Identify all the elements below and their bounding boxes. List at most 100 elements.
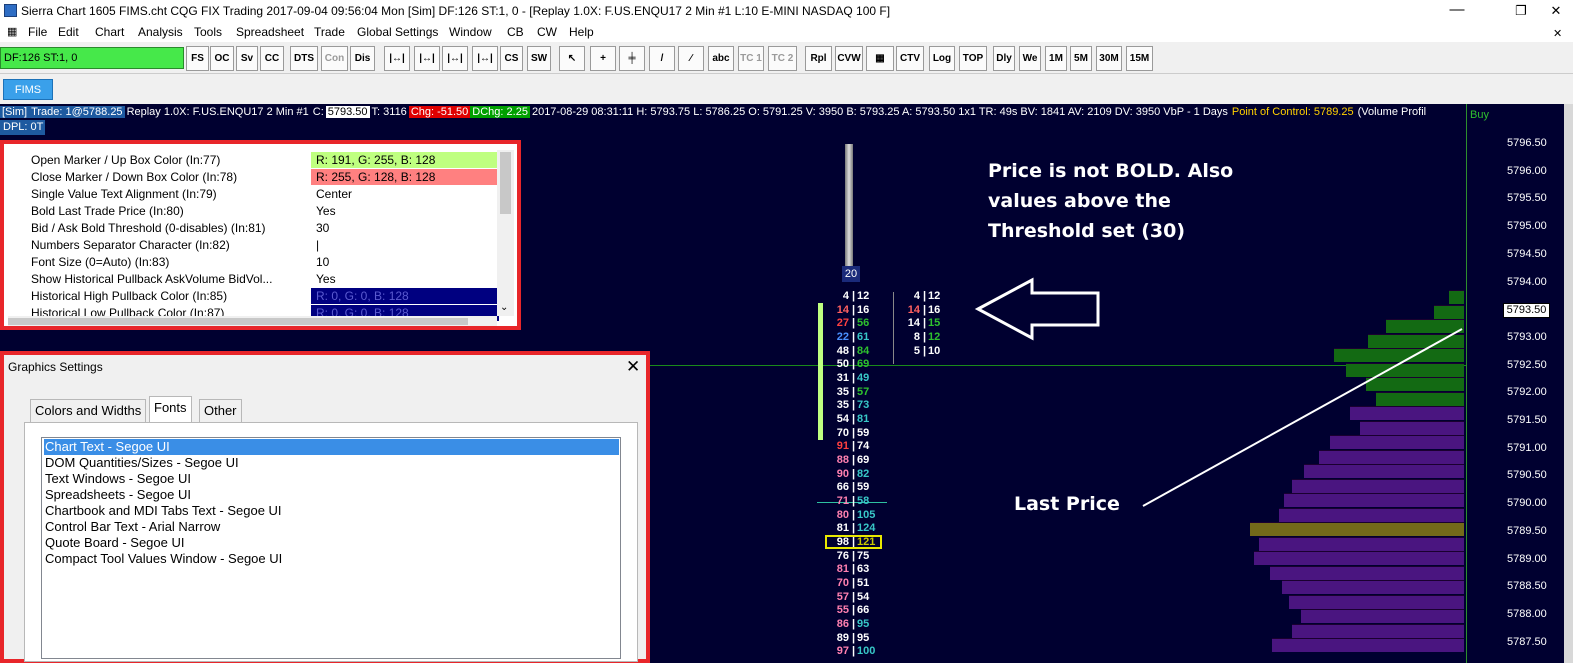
setting-row[interactable]: Single Value Text Alignment (In:79) Cente… bbox=[31, 186, 501, 203]
toolbar-button[interactable]: Con bbox=[321, 46, 348, 71]
toolbar-button[interactable]: |↔| bbox=[414, 46, 440, 71]
font-list-item[interactable]: Chart Text - Segoe UI bbox=[44, 439, 619, 455]
setting-value[interactable]: Yes bbox=[311, 271, 499, 287]
toolbar-button[interactable]: ∕ bbox=[678, 46, 704, 71]
menu-trade[interactable]: Trade bbox=[314, 25, 345, 39]
font-list-item[interactable]: Compact Tool Values Window - Segoe UI bbox=[44, 551, 282, 567]
toolbar-button[interactable]: TOP bbox=[959, 46, 987, 71]
price-label: 5792.50 bbox=[1507, 358, 1547, 371]
toolbar-button[interactable]: + bbox=[590, 46, 616, 71]
menu-cw[interactable]: CW bbox=[537, 25, 557, 39]
setting-row[interactable]: Bold Last Trade Price (In:80) Yes bbox=[31, 203, 501, 220]
toolbar-button[interactable]: CTV bbox=[896, 46, 924, 71]
setting-row[interactable]: Bid / Ask Bold Threshold (0-disables) (I… bbox=[31, 220, 501, 237]
menu-window[interactable]: Window bbox=[449, 25, 492, 39]
font-list-item[interactable]: Quote Board - Segoe UI bbox=[44, 535, 184, 551]
setting-row[interactable]: Historical High Pullback Color (In:85) R:… bbox=[31, 288, 501, 305]
toolbar-button[interactable]: TC 1 bbox=[738, 46, 764, 71]
toolbar-button[interactable]: ↖ bbox=[559, 46, 585, 71]
menu-help[interactable]: Help bbox=[569, 25, 594, 39]
setting-label: Numbers Separator Character (In:82) bbox=[31, 238, 230, 252]
toolbar-button[interactable]: |↔| bbox=[442, 46, 468, 71]
toolbar-button[interactable]: Dly bbox=[993, 46, 1015, 71]
tab-fims[interactable]: FIMS bbox=[3, 79, 53, 100]
menu-cb[interactable]: CB bbox=[507, 25, 524, 39]
toolbar-button[interactable]: CC bbox=[260, 46, 284, 71]
toolbar-button[interactable]: |↔| bbox=[384, 46, 410, 71]
system-menu-icon[interactable]: ▦ bbox=[7, 25, 17, 38]
ask-volume-cell: 12 bbox=[928, 290, 941, 302]
font-list-item[interactable]: Spreadsheets - Segoe UI bbox=[44, 487, 191, 503]
toolbar-button[interactable]: DTS bbox=[290, 46, 318, 71]
setting-row[interactable]: Close Marker / Down Box Color (In:78) R: … bbox=[31, 169, 501, 186]
toolbar-button[interactable]: We bbox=[1019, 46, 1041, 71]
df-status-box[interactable]: DF:126 ST:1, 0 bbox=[0, 47, 184, 69]
toolbar-button[interactable]: ▦ bbox=[866, 46, 894, 71]
setting-value[interactable]: R: 255, G: 128, B: 128 bbox=[311, 169, 499, 185]
menu-spreadsheet[interactable]: Spreadsheet bbox=[236, 25, 304, 39]
menu-global-settings[interactable]: Global Settings bbox=[357, 25, 438, 39]
separator-cell: | bbox=[923, 330, 927, 343]
toolbar-button[interactable]: Dis bbox=[350, 46, 375, 71]
setting-value[interactable]: R: 0, G: 0, B: 128 bbox=[311, 288, 499, 304]
setting-row[interactable]: Open Marker / Up Box Color (In:77) R: 191… bbox=[31, 152, 501, 169]
setting-value[interactable]: Yes bbox=[311, 203, 499, 219]
font-list[interactable]: Chart Text - Segoe UI DOM Quantities/Size… bbox=[41, 437, 621, 659]
settings-scroll-thumb[interactable] bbox=[500, 152, 511, 214]
buy-label[interactable]: Buy bbox=[1470, 109, 1489, 121]
restore-button[interactable]: ❐ bbox=[1506, 3, 1536, 19]
menu-chart[interactable]: Chart bbox=[95, 25, 124, 39]
toolbar-button[interactable]: TC 2 bbox=[768, 46, 797, 71]
toolbar-button[interactable]: |↔| bbox=[472, 46, 498, 71]
font-list-item[interactable]: Chartbook and MDI Tabs Text - Segoe UI bbox=[44, 503, 282, 519]
price-scale[interactable]: Buy 5796.50 5796.00 5795.50 5795.00 5794.50 5… bbox=[1466, 104, 1573, 663]
toolbar-button[interactable]: Log bbox=[929, 46, 955, 71]
mdi-close-button[interactable]: ✕ bbox=[1553, 27, 1562, 40]
menu-edit[interactable]: Edit bbox=[58, 25, 79, 39]
separator-cell: | bbox=[852, 344, 856, 357]
ask-volume-cell: 63 bbox=[857, 563, 870, 576]
toolbar-button[interactable]: 15M bbox=[1126, 46, 1153, 71]
setting-value[interactable]: | bbox=[311, 237, 499, 253]
toolbar-button[interactable]: ╪ bbox=[619, 46, 645, 71]
price-label: 5788.50 bbox=[1507, 580, 1547, 593]
toolbar-button[interactable]: Rpl bbox=[805, 46, 832, 71]
tab-fonts[interactable]: Fonts bbox=[149, 396, 192, 423]
toolbar-button[interactable]: 30M bbox=[1096, 46, 1122, 71]
toolbar-button[interactable]: CVW bbox=[835, 46, 863, 71]
settings-h-scrollbar[interactable] bbox=[8, 316, 497, 326]
close-button[interactable]: ✕ bbox=[1541, 3, 1571, 19]
menu-analysis[interactable]: Analysis bbox=[138, 25, 183, 39]
right-scrollbar[interactable] bbox=[1564, 104, 1573, 663]
settings-h-scroll-thumb[interactable] bbox=[8, 318, 468, 325]
setting-row[interactable]: Font Size (0=Auto) (In:83) 10 bbox=[31, 254, 501, 271]
setting-value[interactable]: Center bbox=[311, 186, 499, 202]
setting-row[interactable]: Numbers Separator Character (In:82) | bbox=[31, 237, 501, 254]
scroll-down-icon[interactable]: ⌄ bbox=[500, 302, 508, 313]
toolbar-button[interactable]: FS bbox=[186, 46, 209, 71]
font-list-item[interactable]: Control Bar Text - Arial Narrow bbox=[44, 519, 220, 535]
setting-row[interactable]: Show Historical Pullback AskVolume BidVo… bbox=[31, 271, 501, 288]
menu-tools[interactable]: Tools bbox=[194, 25, 222, 39]
bid-volume-cell: 66 bbox=[836, 481, 849, 494]
font-list-item[interactable]: Text Windows - Segoe UI bbox=[44, 471, 191, 487]
setting-value[interactable]: 10 bbox=[311, 254, 499, 270]
tab-colors-and-widths[interactable]: Colors and Widths bbox=[30, 399, 147, 422]
toolbar-button[interactable]: CS bbox=[500, 46, 523, 71]
setting-value[interactable]: 30 bbox=[311, 220, 499, 236]
tab-other[interactable]: Other bbox=[199, 399, 242, 422]
toolbar-button[interactable]: SW bbox=[527, 46, 551, 71]
minimize-button[interactable]: — bbox=[1442, 1, 1472, 18]
toolbar-button[interactable]: 1M bbox=[1045, 46, 1067, 71]
toolbar-button[interactable]: OC bbox=[210, 46, 234, 71]
toolbar-button[interactable]: abc bbox=[708, 46, 734, 71]
font-list-item[interactable]: DOM Quantities/Sizes - Segoe UI bbox=[44, 455, 239, 471]
toolbar-button[interactable]: Sv bbox=[236, 46, 258, 71]
toolbar-button[interactable]: 5M bbox=[1070, 46, 1092, 71]
setting-value[interactable]: R: 191, G: 255, B: 128 bbox=[311, 152, 499, 168]
setting-label: Font Size (0=Auto) (In:83) bbox=[31, 255, 170, 269]
toolbar-button[interactable]: / bbox=[649, 46, 675, 71]
menu-file[interactable]: File bbox=[28, 25, 47, 39]
settings-scrollbar[interactable]: ⌄ bbox=[497, 150, 514, 316]
dialog-close-icon[interactable]: ✕ bbox=[626, 357, 640, 377]
